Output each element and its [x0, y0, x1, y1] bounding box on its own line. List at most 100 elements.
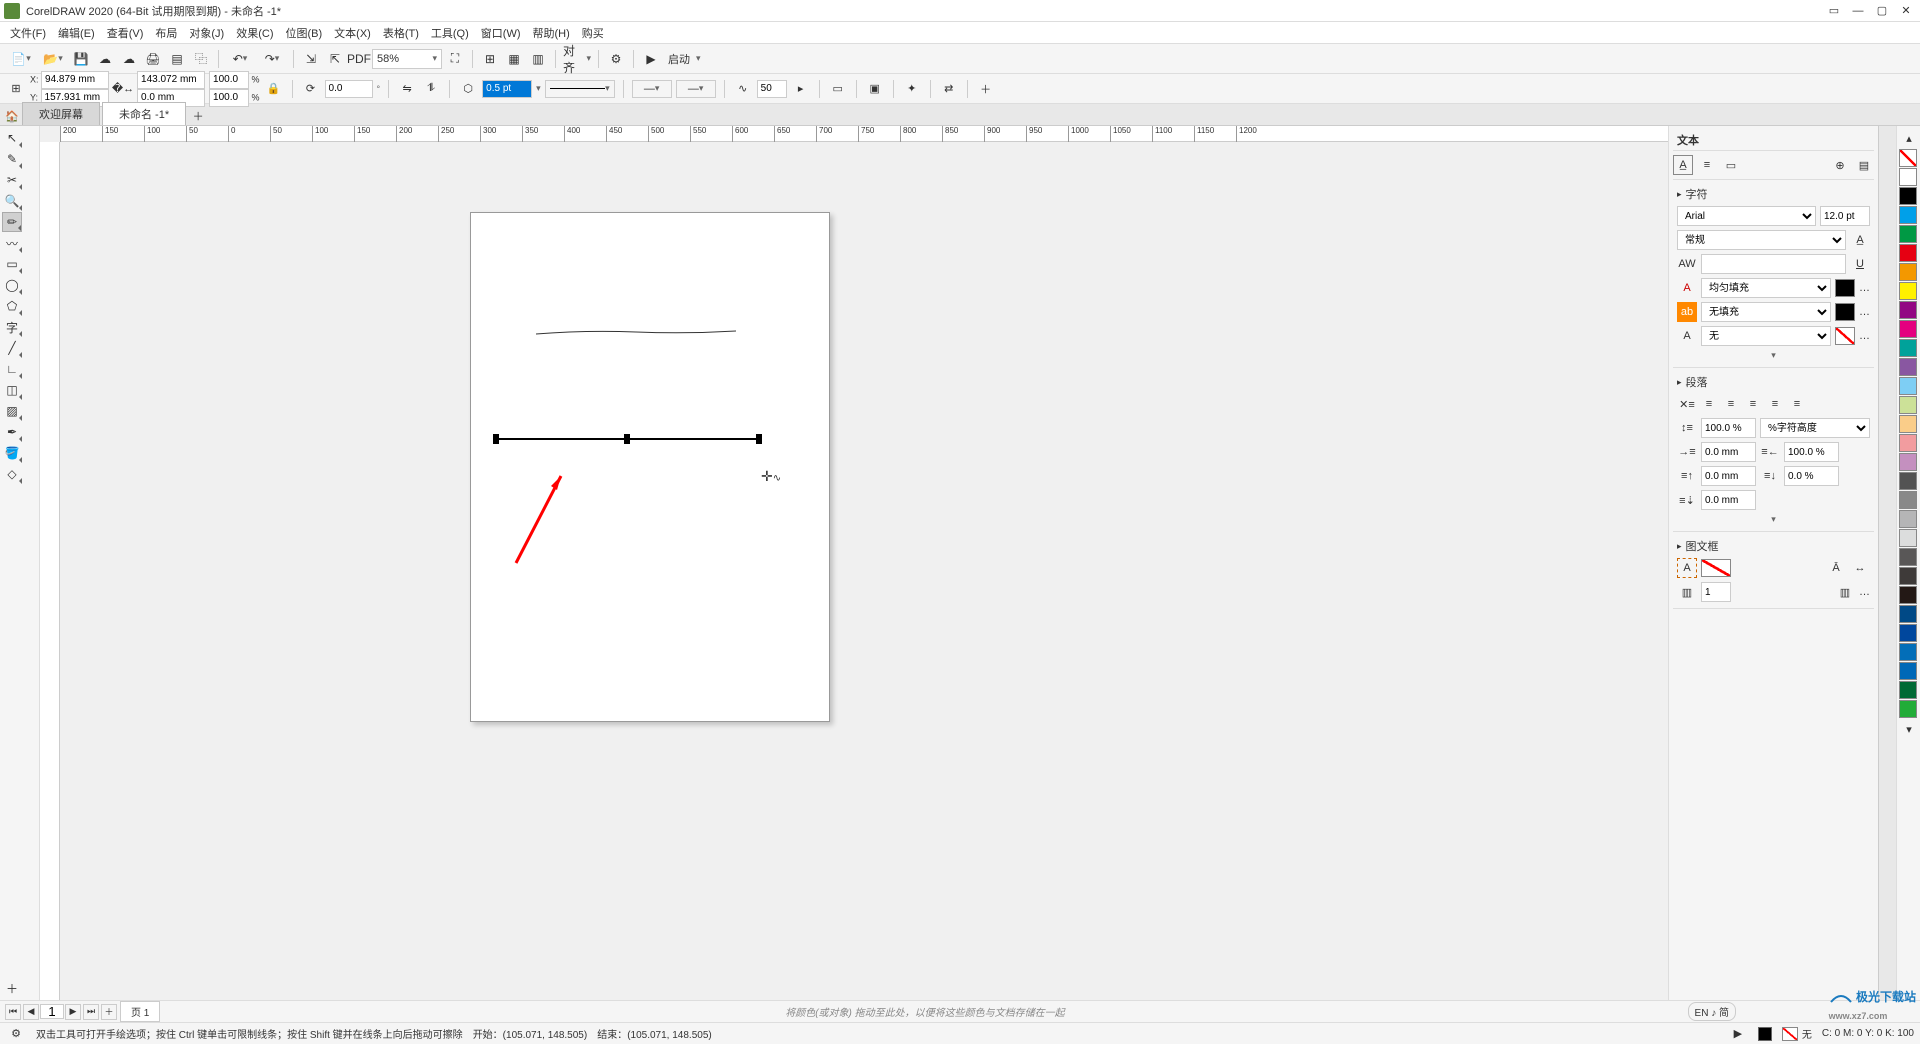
ruler-horizontal[interactable]: 2001501005005010015020025030035040045050…	[60, 126, 1668, 142]
pick-tool[interactable]: ↖	[2, 128, 22, 148]
connector-tool[interactable]: ∟	[2, 359, 22, 379]
outline-tool[interactable]: ◇	[2, 464, 22, 484]
close-curve-button[interactable]: ✦	[902, 79, 922, 99]
frame-align-icon[interactable]: Ā	[1826, 558, 1846, 578]
align-right-button[interactable]: ≡	[1743, 394, 1763, 414]
open-button[interactable]: 📂▾	[38, 48, 68, 70]
outline-more-button[interactable]: …	[1859, 330, 1870, 342]
menu-file[interactable]: 文件(F)	[4, 23, 52, 43]
bg-fill-combo[interactable]: 无填充	[1701, 302, 1831, 322]
width-input[interactable]	[137, 71, 205, 89]
palette-swatch[interactable]	[1899, 529, 1917, 547]
columns-input[interactable]	[1701, 582, 1731, 602]
collapsed-docker-tab[interactable]	[1878, 126, 1896, 1000]
selection-handle-left[interactable]	[493, 434, 499, 444]
before-space-input[interactable]	[1701, 466, 1756, 486]
align-button[interactable]: 对齐▾	[562, 48, 592, 70]
columns-equal-icon[interactable]: ▥	[1835, 582, 1855, 602]
menu-text[interactable]: 文本(X)	[328, 23, 377, 43]
palette-swatch[interactable]	[1899, 567, 1917, 585]
convert-button[interactable]: ⇄	[939, 79, 959, 99]
cloud-up-button[interactable]: ☁	[118, 48, 140, 70]
palette-swatch[interactable]	[1899, 244, 1917, 262]
docker-tab-para-icon[interactable]: ≡	[1697, 155, 1717, 175]
toolbox-customize-button[interactable]: ＋	[2, 978, 22, 998]
new-button[interactable]: 📄▾	[6, 48, 36, 70]
zoom-tool[interactable]: 🔍	[2, 191, 22, 211]
section-frame[interactable]: 图文框	[1673, 536, 1874, 556]
bg-more-button[interactable]: …	[1859, 306, 1870, 318]
font-combo[interactable]: Arial	[1677, 206, 1816, 226]
section-character[interactable]: 字符	[1673, 184, 1874, 204]
language-indicator[interactable]: EN ♪ 简	[1688, 1002, 1736, 1021]
palette-swatch[interactable]	[1899, 396, 1917, 414]
docker-style-icon[interactable]: ▤	[1854, 155, 1874, 175]
menu-window[interactable]: 窗口(W)	[475, 23, 527, 43]
crop-tool[interactable]: ✂	[2, 170, 22, 190]
status-gear-icon[interactable]: ⚙	[6, 1024, 26, 1044]
tab-document[interactable]: 未命名 -1*	[102, 102, 186, 125]
align-justify-button[interactable]: ≡	[1765, 394, 1785, 414]
ruler-vertical[interactable]	[40, 142, 60, 1000]
frame-fill-swatch[interactable]	[1701, 559, 1731, 577]
line-style-combo[interactable]: ▾	[545, 80, 615, 98]
launch-label[interactable]: 启动	[664, 51, 694, 67]
align-center-button[interactable]: ≡	[1721, 394, 1741, 414]
menu-bitmap[interactable]: 位图(B)	[280, 23, 329, 43]
palette-swatch[interactable]	[1899, 187, 1917, 205]
redo-button[interactable]: ↷▾	[257, 48, 287, 70]
section-paragraph[interactable]: 段落	[1673, 372, 1874, 392]
kerning-input[interactable]	[1701, 254, 1846, 274]
shape-tool[interactable]: ✎	[2, 149, 22, 169]
rotation-input[interactable]	[325, 80, 373, 98]
window-options-icon[interactable]: ▭	[1824, 3, 1844, 19]
palette-swatch[interactable]	[1899, 282, 1917, 300]
mirror-h-button[interactable]: ⇋	[397, 79, 417, 99]
pdf-button[interactable]: ▤	[166, 48, 188, 70]
fill-tool[interactable]: 🪣	[2, 443, 22, 463]
palette-swatch[interactable]	[1899, 339, 1917, 357]
palette-swatch[interactable]	[1899, 301, 1917, 319]
align-none-button[interactable]: ✕≡	[1677, 394, 1697, 414]
page-next-button[interactable]: ▶	[65, 1004, 81, 1020]
menu-view[interactable]: 查看(V)	[101, 23, 150, 43]
home-tab-button[interactable]: 🏠	[2, 107, 22, 125]
palette-swatch[interactable]	[1899, 320, 1917, 338]
left-indent-input[interactable]	[1701, 442, 1756, 462]
copy-button[interactable]: ⿻	[190, 48, 212, 70]
menu-object[interactable]: 对象(J)	[183, 23, 230, 43]
align-full-button[interactable]: ≡	[1787, 394, 1807, 414]
underline-button[interactable]: A̲	[1850, 230, 1870, 250]
docker-tab-frame-icon[interactable]: ▭	[1721, 155, 1741, 175]
page-number-input[interactable]	[40, 1004, 64, 1019]
guides-button[interactable]: ▥	[527, 48, 549, 70]
palette-swatch[interactable]	[1899, 681, 1917, 699]
palette-swatch[interactable]	[1899, 377, 1917, 395]
palette-swatch[interactable]	[1899, 358, 1917, 376]
maximize-button[interactable]: ▢	[1872, 3, 1892, 19]
canvas-area[interactable]: 2001501005005010015020025030035040045050…	[40, 126, 1668, 1000]
palette-swatch[interactable]	[1899, 491, 1917, 509]
page-add-button[interactable]: ＋	[101, 1004, 117, 1020]
palette-swatch[interactable]	[1899, 263, 1917, 281]
palette-swatch[interactable]	[1899, 472, 1917, 490]
lock-ratio-button[interactable]: 🔒	[264, 79, 284, 99]
minimize-button[interactable]: —	[1848, 3, 1868, 19]
pos-x-input[interactable]	[41, 71, 109, 89]
close-button[interactable]: ✕	[1896, 3, 1916, 19]
undo-button[interactable]: ↶▾	[225, 48, 255, 70]
outline-combo[interactable]: 无	[1701, 326, 1831, 346]
page-last-button[interactable]: ⏭	[83, 1004, 99, 1020]
font-style-combo[interactable]: 常规	[1677, 230, 1846, 250]
wrap-text-button[interactable]: ▣	[865, 79, 885, 99]
para-expand-button[interactable]: ▾	[1673, 512, 1874, 527]
palette-swatch[interactable]	[1899, 510, 1917, 528]
drop-shadow-tool[interactable]: ◫	[2, 380, 22, 400]
scale-y-input[interactable]	[209, 89, 249, 107]
palette-up-button[interactable]: ▴	[1899, 128, 1919, 148]
bounding-box-button[interactable]: ▭	[828, 79, 848, 99]
after-mm-input[interactable]	[1701, 490, 1756, 510]
snap-button[interactable]: ⊞	[479, 48, 501, 70]
page-prev-button[interactable]: ◀	[23, 1004, 39, 1020]
grid-button[interactable]: ▦	[503, 48, 525, 70]
